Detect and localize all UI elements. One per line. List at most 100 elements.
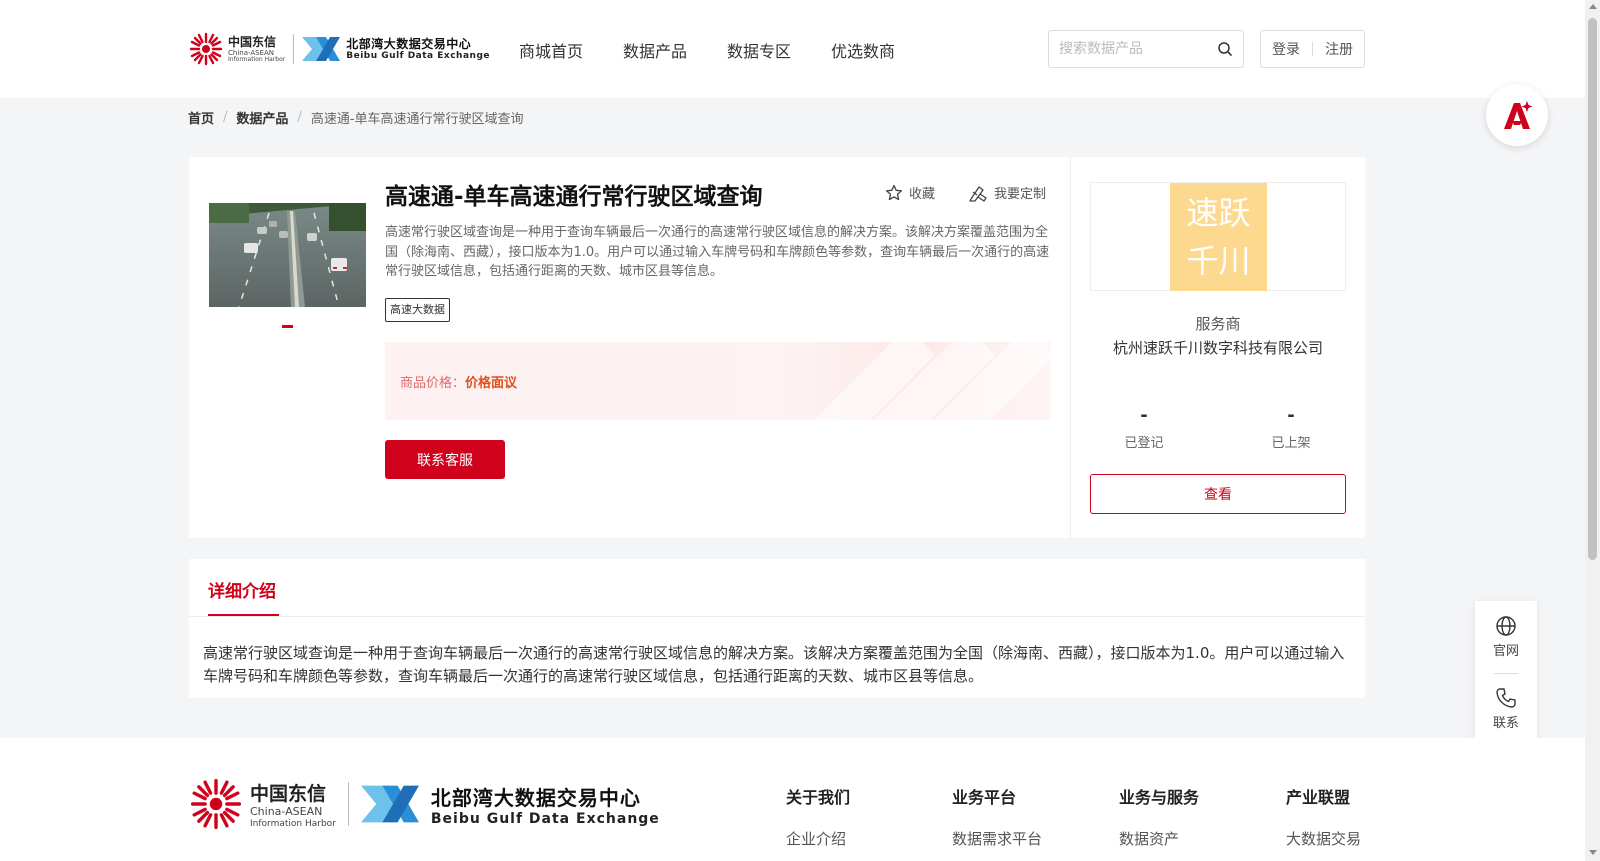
footer-col-title: 产业联盟 [1286,788,1351,807]
provider-logo-line1: 速跃 [1186,194,1251,232]
product-description: 高速常行驶区域查询是一种用于查询车辆最后一次通行的高速常行驶区域信息的解决方案。… [385,225,1050,279]
register-link[interactable]: 注册 [1325,39,1353,59]
customize-label: 我要定制 [994,187,1047,202]
footer-logo-divider [347,782,349,826]
china-telecom-logo: 中国东信 China-ASEAN Information Harbor [188,31,285,67]
customize-button[interactable]: 我要定制 [968,183,1046,202]
breadcrumb-current: 高速通-单车高速通行常行驶区域查询 [310,112,524,127]
footer: 中国东信 China-ASEAN Information Harbor 北部湾大… [0,738,1585,861]
phone-icon [1496,688,1516,708]
footer-col-services: 业务与服务 数据资产 [1119,784,1199,849]
view-provider-button[interactable]: 查看 [1090,474,1346,514]
footer-col-platform: 业务平台 数据需求平台 [952,784,1042,849]
side-divider [1494,673,1518,674]
site-logo[interactable]: 中国东信 China-ASEAN Information Harbor 北部湾大… [188,28,490,70]
contact-label: 联系 [1492,716,1519,731]
china-telecom-en2: Information Harbor [228,55,286,63]
footer-link[interactable]: 数据资产 [1119,828,1199,849]
footer-col-title: 业务与服务 [1119,788,1200,807]
china-telecom-emblem-icon [189,32,223,66]
breadcrumb-separator: / [223,110,228,125]
listed-stat: - 已上架 [1236,405,1346,451]
footer-china-telecom-en2: Information Harbor [250,818,336,829]
product-title: 高速通-单车高速通行常行驶区域查询 [385,184,763,210]
listed-count: - [1287,405,1295,426]
china-telecom-name: 中国东信 [228,34,277,49]
website-button[interactable]: 官网 [1475,615,1537,659]
footer-exchange-en-name: Beibu Gulf Data Exchange [430,810,660,827]
registered-label: 已登记 [1124,436,1164,451]
footer-exchange-name: 北部湾大数据交易中心 [430,785,641,810]
search-icon[interactable] [1217,41,1233,57]
product-image[interactable] [209,203,366,307]
ai-assistant-icon [1504,101,1533,129]
contact-button[interactable]: 联系 [1475,687,1537,731]
detail-card: 详细介绍 高速常行驶区域查询是一种用于查询车辆最后一次通行的高速常行驶区域信息的… [189,559,1365,698]
search-box [1048,30,1244,68]
footer-col-about: 关于我们 企业介绍 [786,784,850,849]
collect-label: 收藏 [909,187,936,202]
breadcrumb: 首页 / 数据产品 / 高速通-单车高速通行常行驶区域查询 [188,108,524,127]
registered-count: - [1140,405,1148,426]
nav-data-zone[interactable]: 数据专区 [727,38,791,62]
login-link[interactable]: 登录 [1272,39,1300,59]
collect-button[interactable]: 收藏 [885,183,935,202]
detail-divider [189,616,1365,617]
star-icon [885,184,903,200]
active-tab-indicator [208,614,279,616]
provider-name: 杭州速跃千川数字科技有限公司 [1112,339,1323,357]
provider-logo-line2: 千川 [1186,242,1251,280]
breadcrumb-home[interactable]: 首页 [188,108,214,127]
footer-link[interactable]: 企业介绍 [786,828,850,849]
product-card: 高速通-单车高速通行常行驶区域查询 收藏 我要定制 高速常行驶区域查询是一种用于… [189,157,1365,538]
contact-service-button[interactable]: 联系客服 [385,440,505,479]
scroll-thumb[interactable] [1588,18,1597,560]
footer-china-telecom-name: 中国东信 [250,782,327,805]
website-label: 官网 [1492,644,1519,659]
globe-icon [1496,616,1516,636]
carousel-indicator[interactable] [282,325,293,328]
beibu-gulf-emblem-icon [360,785,419,823]
card-divider [1070,157,1071,538]
logo-divider [293,34,295,64]
provider-logo-box[interactable]: 速跃 千川 [1090,182,1346,291]
customize-icon [969,185,987,202]
footer-col-title: 业务平台 [952,788,1017,807]
footer-col-title: 关于我们 [786,788,851,807]
highway-photo [209,203,366,307]
listed-label: 已上架 [1271,436,1311,451]
search-input[interactable] [1049,31,1209,67]
provider-logo: 速跃 千川 [1170,183,1267,291]
price-label: 商品价格： [400,376,466,391]
registered-stat: - 已登记 [1089,405,1199,451]
ai-assistant-button[interactable] [1486,84,1548,146]
nav-preferred-merchants[interactable]: 优选数商 [831,38,895,62]
tab-detail-intro[interactable]: 详细介绍 [208,577,276,602]
nav-mall-home[interactable]: 商城首页 [519,38,583,62]
scroll-up-arrow[interactable] [1589,4,1597,9]
china-telecom-emblem-icon [190,778,242,830]
footer-link[interactable]: 数据需求平台 [952,828,1042,849]
detail-text: 高速常行驶区域查询是一种用于查询车辆最后一次通行的高速常行驶区域信息的解决方案。… [203,644,1345,685]
exchange-en-name: Beibu Gulf Data Exchange [346,50,490,61]
nav-data-products[interactable]: 数据产品 [623,38,687,62]
footer-link[interactable]: 大数据交易 [1286,828,1361,849]
breadcrumb-separator: / [297,110,302,125]
footer-col-alliance: 产业联盟 大数据交易 [1286,784,1361,849]
provider-label: 服务商 [1195,315,1241,333]
exchange-name: 北部湾大数据交易中心 [346,36,472,51]
price-value: 价格面议 [465,376,518,391]
main-nav: 商城首页 数据产品 数据专区 优选数商 [519,38,935,62]
side-toolbar: 官网 联系 [1475,601,1537,743]
price-line: 商品价格：价格面议 [400,372,517,391]
price-box: 商品价格：价格面议 [385,342,1051,420]
page-scrollbar[interactable] [1585,0,1600,861]
footer-china-telecom-en1: China-ASEAN [250,804,323,818]
top-header: 中国东信 China-ASEAN Information Harbor 北部湾大… [0,0,1585,98]
footer-logo: 中国东信 China-ASEAN Information Harbor 北部湾大… [188,776,660,832]
product-tag[interactable]: 高速大数据 [385,298,450,322]
breadcrumb-category[interactable]: 数据产品 [236,108,288,127]
auth-divider [1312,42,1313,56]
scroll-down-arrow[interactable] [1589,850,1597,855]
auth-box: 登录 注册 [1260,30,1365,68]
